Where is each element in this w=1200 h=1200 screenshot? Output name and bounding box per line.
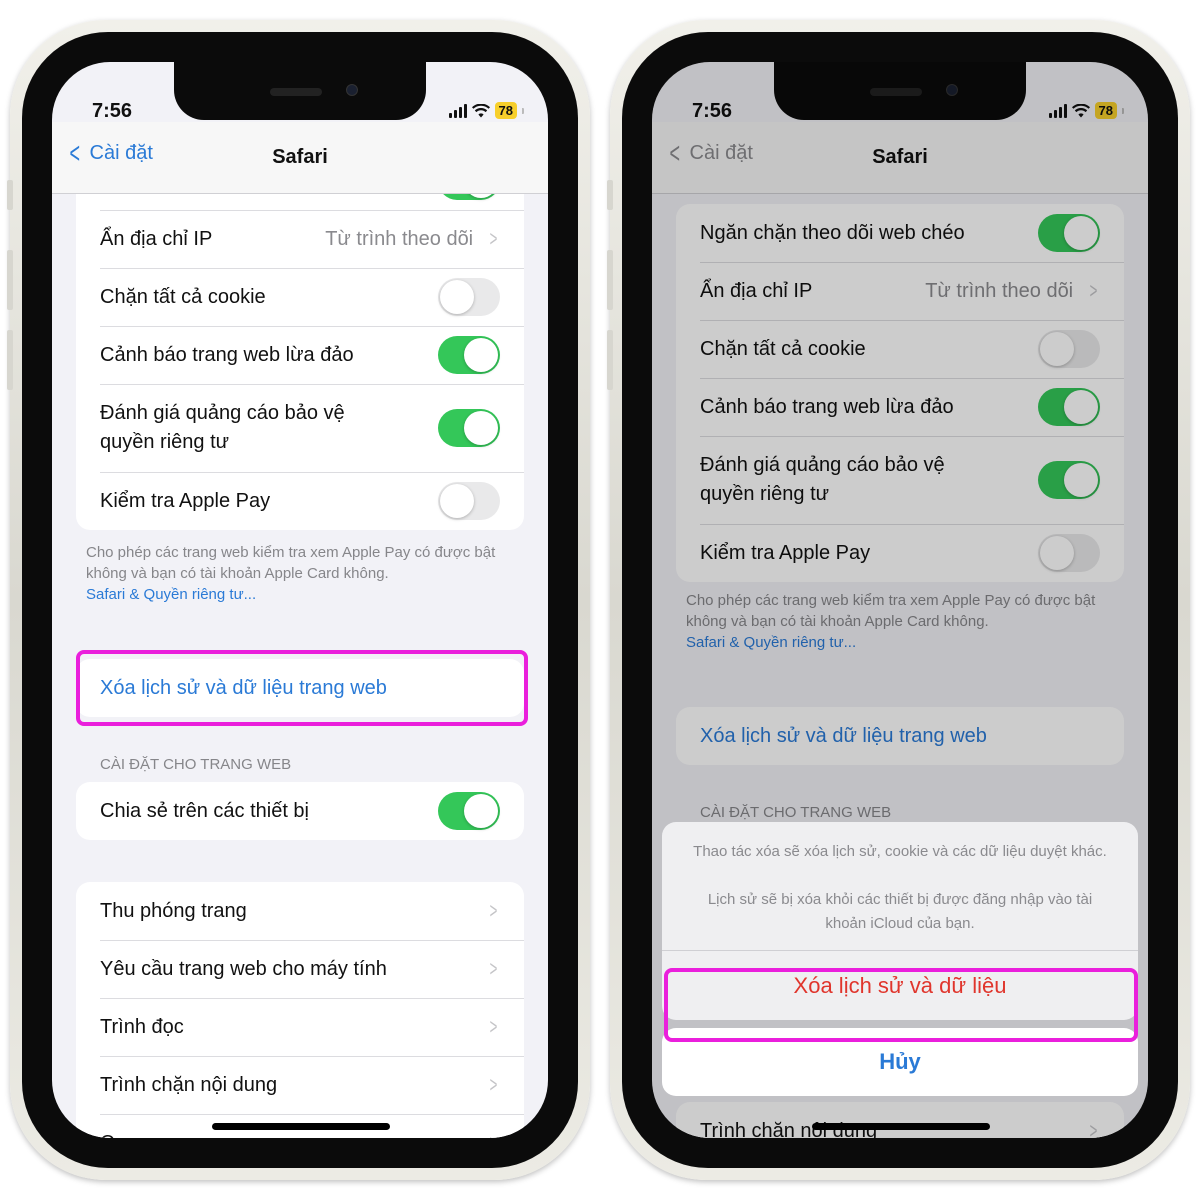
chevron-right-icon: > [489, 1072, 498, 1097]
privacy-group: Ẩn địa chỉ IP Từ trình theo dõi > Chặn tất… [76, 152, 524, 530]
row-label: Chặn tất cả cookie [100, 285, 266, 308]
speaker [270, 88, 322, 96]
battery-cap [522, 107, 524, 114]
apple-pay-footnote: Cho phép các trang web kiểm tra xem Appl… [86, 542, 508, 605]
row-label: Đánh giá quảng cáo bảo vệ quyền riêng tư [100, 402, 345, 453]
volume-up-button [7, 250, 13, 310]
status-icons: 78 [448, 102, 524, 119]
section-header: CÀI ĐẶT CHO TRANG WEB [100, 756, 292, 773]
settings-row-reader[interactable]: Trình đọc > [76, 998, 524, 1056]
toggle-switch[interactable] [438, 482, 500, 520]
toggle-switch[interactable] [438, 336, 500, 374]
screen-right: 7:56 78 < Cài đặt Safari Ngăn chặn theo d… [652, 62, 1148, 1138]
volume-down-button [7, 330, 13, 390]
message-line-2: Lịch sử sẽ bị xóa khỏi các thiết bị được… [707, 891, 1093, 932]
settings-row-fraud-warning[interactable]: Cảnh báo trang web lừa đảo [76, 326, 524, 384]
mute-switch [7, 180, 13, 210]
action-sheet-message: Thao tác xóa sẽ xóa lịch sử, cookie và c… [662, 822, 1138, 950]
mute-switch [607, 180, 613, 210]
toggle-switch[interactable] [438, 409, 500, 447]
volume-down-button [607, 330, 613, 390]
notch [174, 62, 426, 120]
settings-row-ad-measurement[interactable]: Đánh giá quảng cáo bảo vệ quyền riêng tư [76, 384, 524, 472]
row-label: Ẩn địa chỉ IP [100, 227, 213, 250]
navigation-bar: < Cài đặt Safari [52, 122, 548, 194]
row-label: Kiểm tra Apple Pay [100, 489, 271, 512]
toggle-switch[interactable] [438, 278, 500, 316]
settings-row-page-zoom[interactable]: Thu phóng trang > [76, 882, 524, 940]
phone-frame-right: 7:56 78 < Cài đặt Safari Ngăn chặn theo d… [607, 20, 1190, 1180]
row-label: Chia sẻ trên các thiết bị [100, 799, 309, 822]
screen-left: 7:56 78 < Cài đặt Safari Ẩn địa chỉ IP Từ … [52, 62, 548, 1138]
action-sheet: Thao tác xóa sẽ xóa lịch sử, cookie và c… [662, 822, 1138, 1096]
per-site-group: Thu phóng trang > Yêu cầu trang web cho m… [76, 882, 524, 1138]
privacy-link[interactable]: Safari & Quyền riêng tư... [86, 584, 508, 605]
row-label: Cảnh báo trang web lừa đảo [100, 343, 354, 366]
row-label: Trình đọc [100, 1015, 184, 1038]
chevron-right-icon: > [489, 226, 498, 251]
settings-row-apple-pay[interactable]: Kiểm tra Apple Pay [76, 472, 524, 530]
home-indicator[interactable] [812, 1123, 990, 1130]
wifi-icon [471, 103, 490, 117]
status-time: 7:56 [92, 100, 133, 122]
chevron-right-icon: > [490, 1130, 498, 1138]
settings-list[interactable]: Ẩn địa chỉ IP Từ trình theo dõi > Chặn tất… [52, 62, 548, 1138]
home-indicator[interactable] [212, 1123, 390, 1130]
settings-row-block-cookies[interactable]: Chặn tất cả cookie [76, 268, 524, 326]
volume-up-button [607, 250, 613, 310]
row-label: Yêu cầu trang web cho máy tính [100, 957, 387, 980]
page-title: Safari [272, 146, 328, 168]
web-settings-group: Chia sẻ trên các thiết bị [76, 782, 524, 840]
signal-icon [448, 103, 467, 118]
battery-icon: 78 [494, 102, 517, 119]
settings-row-content-blockers[interactable]: Trình chặn nội dung > [76, 1056, 524, 1114]
chevron-right-icon: > [489, 898, 498, 923]
chevron-right-icon: > [489, 1014, 498, 1039]
row-detail: Từ trình theo dõi [325, 227, 474, 250]
highlight-box [664, 968, 1138, 1042]
footnote-text: Cho phép các trang web kiểm tra xem Appl… [86, 544, 496, 582]
row-label: Thu phóng trang [100, 899, 247, 922]
toggle-switch[interactable] [438, 792, 500, 830]
message-line-1: Thao tác xóa sẽ xóa lịch sử, cookie và c… [693, 843, 1107, 860]
row-label: Camera [100, 1132, 487, 1139]
front-camera [346, 84, 358, 96]
phone-frame-left: 7:56 78 < Cài đặt Safari Ẩn địa chỉ IP Từ … [7, 20, 590, 1180]
row-label: Trình chặn nội dung [100, 1073, 278, 1096]
settings-row-share-devices[interactable]: Chia sẻ trên các thiết bị [76, 782, 524, 840]
highlight-box [76, 650, 528, 726]
settings-row-hide-ip[interactable]: Ẩn địa chỉ IP Từ trình theo dõi > [76, 210, 524, 268]
settings-row-desktop-site[interactable]: Yêu cầu trang web cho máy tính > [76, 940, 524, 998]
chevron-right-icon: > [489, 956, 498, 981]
